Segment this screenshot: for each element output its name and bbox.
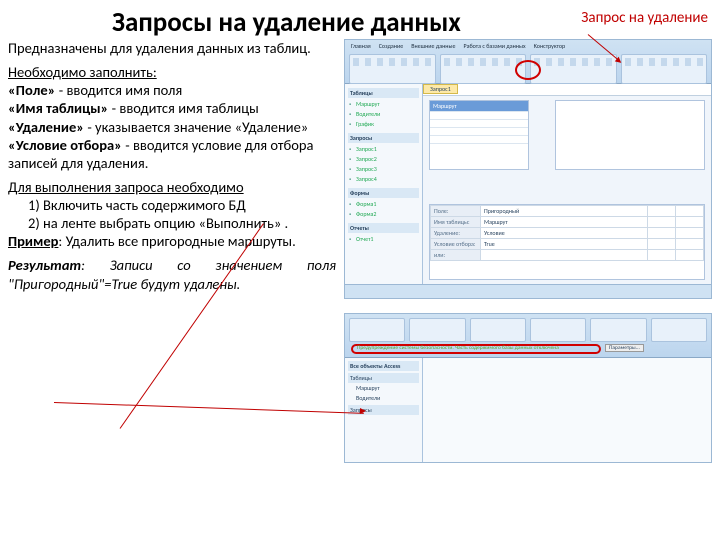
nav-item[interactable]: Форма2 bbox=[348, 209, 419, 219]
document-tab[interactable]: Запрос1 bbox=[423, 84, 458, 94]
grid-row-table: Имя таблицы: bbox=[431, 217, 481, 228]
ribbon-tab[interactable]: Главная bbox=[351, 42, 371, 50]
options-button[interactable]: Параметры... bbox=[605, 344, 644, 352]
ribbon-button[interactable] bbox=[651, 318, 707, 342]
grid-cell[interactable]: Условие bbox=[481, 228, 648, 239]
nav-item[interactable]: Запрос2 bbox=[348, 154, 419, 164]
nav-group-reports[interactable]: Отчеты bbox=[348, 223, 419, 233]
property-sheet[interactable] bbox=[555, 100, 705, 170]
grid-row-field: Поле: bbox=[431, 206, 481, 217]
example-label: Пример bbox=[8, 232, 58, 250]
ribbon: Главная Создание Внешние данные Работа с… bbox=[345, 40, 711, 84]
status-bar bbox=[345, 284, 711, 298]
nav-group-forms[interactable]: Формы bbox=[348, 188, 419, 198]
ribbon-tab[interactable]: Внешние данные bbox=[411, 42, 455, 50]
result-label: Результат bbox=[8, 256, 81, 274]
intro-text: Предназначены для удаления данных из таб… bbox=[8, 39, 336, 57]
page-title: Запросы на удаление данных bbox=[112, 6, 461, 39]
ribbon-button[interactable] bbox=[470, 318, 526, 342]
nav-header: Все объекты Access bbox=[348, 361, 419, 371]
table-field-list[interactable]: Маршрут bbox=[429, 100, 529, 170]
security-warning-text: Предупреждение системы безопасности. Час… bbox=[357, 345, 559, 351]
field-text: - вводится имя поля bbox=[55, 81, 182, 99]
nav-group-tables[interactable]: Таблицы bbox=[348, 88, 419, 98]
nav-item[interactable]: Маршрут bbox=[348, 383, 419, 393]
nav-item[interactable]: График bbox=[348, 119, 419, 129]
ribbon-tab[interactable]: Конструктор bbox=[534, 42, 566, 50]
screenshots-column: Главная Создание Внешние данные Работа с… bbox=[344, 39, 712, 463]
nav-item[interactable]: Водители bbox=[348, 393, 419, 403]
table-header: Маршрут bbox=[430, 101, 528, 111]
grid-cell[interactable]: Пригородный bbox=[481, 206, 648, 217]
nav-item[interactable]: Запрос3 bbox=[348, 164, 419, 174]
ribbon-group[interactable] bbox=[530, 54, 617, 84]
nav-group-tables[interactable]: Таблицы bbox=[348, 373, 419, 383]
nav-item[interactable]: Запрос1 bbox=[348, 144, 419, 154]
navigation-pane[interactable]: Все объекты Access Таблицы Маршрут Водит… bbox=[345, 358, 423, 462]
ribbon-button[interactable] bbox=[349, 318, 405, 342]
ribbon-button[interactable] bbox=[530, 318, 586, 342]
ribbon-tab[interactable]: Работа с базами данных bbox=[464, 42, 526, 50]
ribbon-button[interactable] bbox=[409, 318, 465, 342]
nav-item[interactable]: Запрос4 bbox=[348, 174, 419, 184]
nav-item[interactable]: Отчет1 bbox=[348, 234, 419, 244]
corner-annotation: Запрос на удаление bbox=[581, 6, 708, 27]
cond-label: «Условие отбора» bbox=[8, 136, 122, 154]
nav-item[interactable]: Водители bbox=[348, 109, 419, 119]
nav-group-queries[interactable]: Запросы bbox=[348, 133, 419, 143]
navigation-pane[interactable]: Таблицы Маршрут Водители График Запросы … bbox=[345, 84, 423, 284]
step-1: 1) Включить часть содержимого БД bbox=[8, 196, 246, 214]
screenshot-access-designer: Главная Создание Внешние данные Работа с… bbox=[344, 39, 712, 299]
exec-header: Для выполнения запроса необходимо bbox=[8, 178, 244, 196]
step-2: 2) на ленте выбрать опцию «Выполнить» . bbox=[8, 214, 288, 232]
screenshot-security-warning: Предупреждение системы безопасности. Час… bbox=[344, 313, 712, 463]
table-label: «Имя таблицы» bbox=[8, 99, 108, 117]
grid-cell[interactable]: True bbox=[481, 239, 648, 250]
field-label: «Поле» bbox=[8, 81, 55, 99]
example-text: : Удалить все пригородные маршруты. bbox=[58, 232, 295, 250]
query-design-grid[interactable]: Поле:Пригородный Имя таблицы:Маршрут Уда… bbox=[429, 204, 705, 280]
delete-text: - указывается значение «Удаление» bbox=[84, 118, 308, 136]
ribbon-group[interactable] bbox=[440, 54, 527, 84]
table-text: - вводится имя таблицы bbox=[108, 99, 258, 117]
ribbon-group[interactable] bbox=[349, 54, 436, 84]
content-area bbox=[423, 358, 711, 462]
nav-item[interactable]: Маршрут bbox=[348, 99, 419, 109]
ribbon-button[interactable] bbox=[590, 318, 646, 342]
ribbon-group[interactable] bbox=[621, 54, 708, 84]
grid-cell[interactable]: Маршрут bbox=[481, 217, 648, 228]
text-column: Предназначены для удаления данных из таб… bbox=[8, 39, 336, 463]
nav-item[interactable]: Форма1 bbox=[348, 199, 419, 209]
fill-header: Необходимо заполнить: bbox=[8, 63, 157, 81]
ribbon-tab[interactable]: Создание bbox=[379, 42, 404, 50]
arrow-head-icon bbox=[360, 408, 366, 414]
grid-row-or: или: bbox=[431, 250, 481, 261]
designer-content: Запрос1 Маршрут Поле:Пригородный Имя таб… bbox=[423, 84, 711, 284]
grid-row-delete: Удаление: bbox=[431, 228, 481, 239]
grid-row-criteria: Условие отбора: bbox=[431, 239, 481, 250]
annotation-circle-run-icon bbox=[515, 60, 541, 80]
delete-label: «Удаление» bbox=[8, 118, 84, 136]
